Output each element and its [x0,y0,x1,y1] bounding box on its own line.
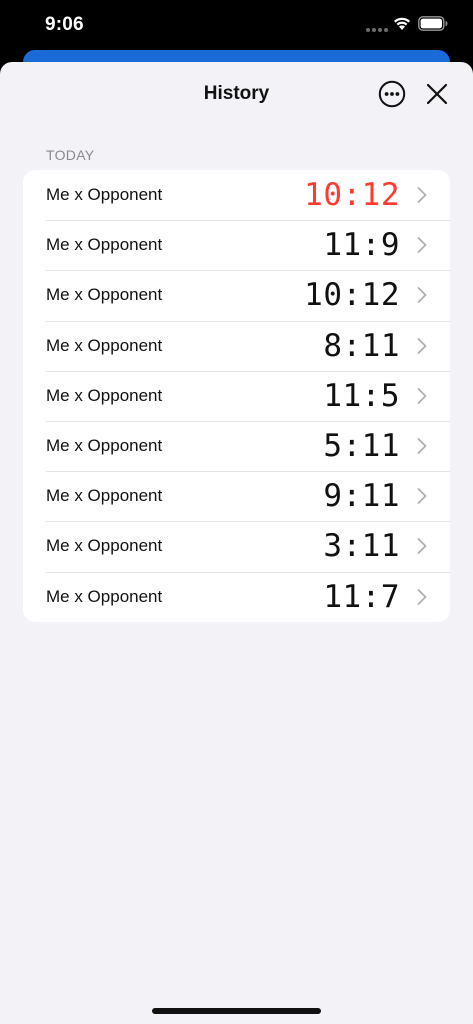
match-row[interactable]: Me x Opponent 5:11 [23,420,450,471]
match-label: Me x Opponent [46,335,163,355]
match-row[interactable]: Me x Opponent 3:11 [23,521,450,571]
match-score: 10:12 [304,177,400,213]
match-label: Me x Opponent [46,536,163,556]
match-label: Me x Opponent [46,235,163,255]
battery-icon [418,16,448,31]
history-list: Me x Opponent 10:12 Me x Opponent 11:9 M… [23,170,450,622]
match-row[interactable]: Me x Opponent 11:9 [23,220,450,270]
match-label: Me x Opponent [46,486,163,506]
match-row[interactable]: Me x Opponent 8:11 [23,320,450,371]
match-label: Me x Opponent [46,185,163,204]
close-button[interactable] [425,82,449,106]
match-row[interactable]: Me x Opponent 11:5 [23,370,450,421]
chevron-right-icon [417,538,427,555]
wifi-icon [394,17,410,30]
match-row[interactable]: Me x Opponent 10:12 [23,170,450,220]
chevron-right-icon [417,287,427,304]
match-score: 11:9 [323,227,400,264]
chevron-right-icon [417,337,427,354]
chevron-right-icon [417,387,427,404]
match-label: Me x Opponent [46,586,163,606]
chevron-right-icon [417,237,427,254]
match-row[interactable]: Me x Opponent 9:11 [23,471,450,521]
match-label: Me x Opponent [46,385,163,405]
match-score: 5:11 [323,427,400,464]
home-indicator[interactable] [152,1008,321,1014]
match-score: 9:11 [323,478,400,515]
section-header: TODAY [46,147,95,163]
history-sheet: History TODAY Me x Opponent 10:12 Me x O… [0,62,473,1024]
match-row[interactable]: Me x Opponent 10:12 [23,270,450,320]
match-row[interactable]: Me x Opponent 11:7 [23,571,450,622]
chevron-right-icon [417,187,427,203]
signal-dots-icon [366,28,388,32]
match-score: 10:12 [304,277,400,314]
chevron-right-icon [417,438,427,454]
more-options-button[interactable] [378,80,406,108]
status-time: 9:06 [45,14,84,35]
match-score: 11:7 [323,578,400,615]
chevron-right-icon [417,588,427,605]
chevron-right-icon [417,488,427,505]
match-score: 3:11 [323,528,400,565]
match-label: Me x Opponent [46,285,163,305]
match-label: Me x Opponent [46,435,163,455]
match-score: 8:11 [323,327,400,364]
status-bar: 9:06 [0,0,473,50]
match-score: 11:5 [323,377,400,414]
